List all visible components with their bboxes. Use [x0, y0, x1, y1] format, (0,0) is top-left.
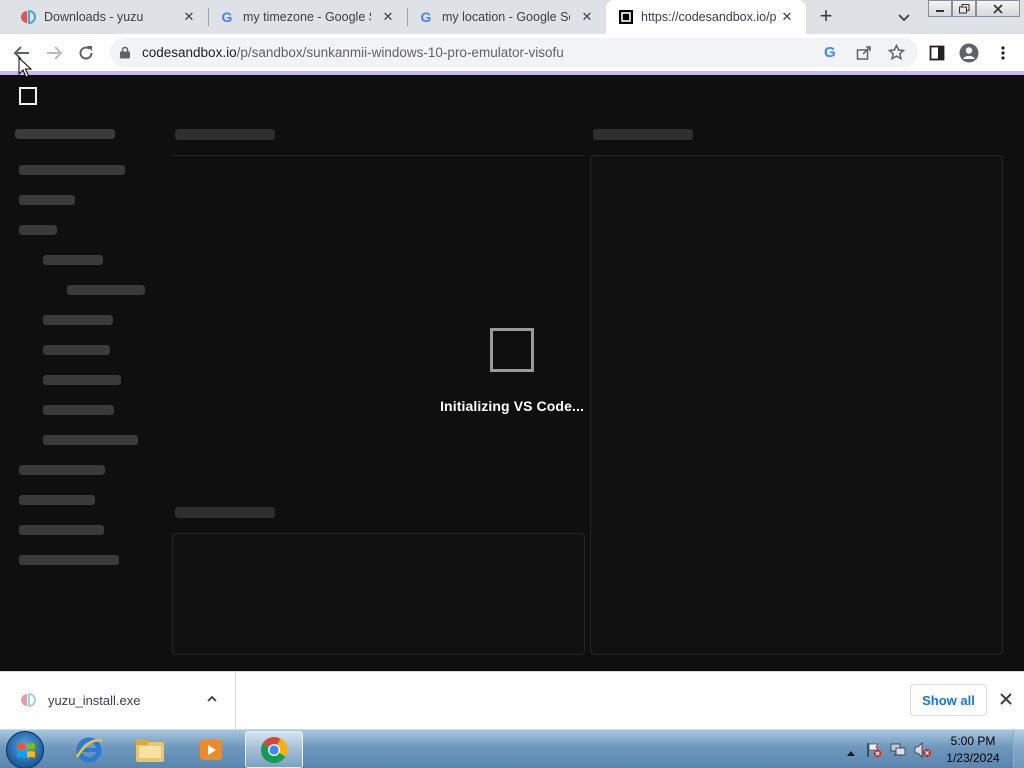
close-tab-icon[interactable]: ✕ [180, 8, 198, 26]
url-text: codesandbox.io/p/sandbox/sunkanmii-windo… [142, 45, 564, 60]
google-lens-icon[interactable]: G [824, 44, 836, 61]
tab-strip: Downloads - yuzu ✕ G my timezone - Googl… [0, 0, 1024, 34]
skeleton-line [19, 195, 75, 205]
skeleton-line [19, 555, 119, 565]
profile-button[interactable] [956, 40, 982, 66]
download-file-name: yuzu_install.exe [48, 693, 141, 708]
reload-button[interactable] [73, 40, 99, 66]
editor-divider [172, 155, 585, 156]
clock-date[interactable]: 1/23/2024 [928, 751, 1018, 765]
loading-spinner-icon [490, 328, 534, 372]
close-download-bar-icon[interactable] [998, 691, 1014, 707]
skeleton-line [43, 375, 121, 385]
mouse-cursor-icon [18, 56, 33, 79]
network-icon[interactable] [890, 742, 906, 763]
browser-toolbar: codesandbox.io/p/sandbox/sunkanmii-windo… [0, 34, 1024, 71]
skeleton-line [43, 405, 114, 415]
tab-my-timezone[interactable]: G my timezone - Google Se ✕ [199, 0, 407, 34]
codesandbox-icon [618, 9, 634, 25]
tab-title: my location - Google Sea [442, 10, 570, 24]
skeleton-line [19, 225, 57, 235]
lock-icon[interactable] [119, 46, 131, 59]
skeleton-line [15, 129, 115, 139]
close-tab-icon[interactable]: ✕ [578, 8, 596, 26]
tab-codesandbox[interactable]: https://codesandbox.io/p ✕ [606, 0, 806, 34]
tab-downloads-yuzu[interactable]: Downloads - yuzu ✕ [0, 0, 208, 34]
action-center-flag-icon[interactable] [866, 742, 882, 763]
kebab-menu-icon [1001, 46, 1005, 60]
codesandbox-loading-page: Initializing VS Code... [0, 75, 1024, 671]
new-tab-button[interactable]: + [814, 5, 838, 29]
tab-title: https://codesandbox.io/p [641, 10, 776, 24]
skeleton-line [43, 315, 113, 325]
start-button[interactable] [6, 731, 44, 768]
url-host: codesandbox.io [142, 45, 237, 60]
menu-button[interactable] [990, 40, 1016, 66]
show-hidden-icons-icon[interactable] [846, 744, 856, 762]
skeleton-line [43, 255, 103, 265]
skeleton-line [19, 465, 105, 475]
skeleton-line [19, 495, 95, 505]
forward-button[interactable] [41, 40, 67, 66]
skeleton-line [43, 435, 138, 445]
clock-time[interactable]: 5:00 PM [928, 734, 1018, 748]
close-window-button[interactable] [976, 0, 1020, 17]
tab-title: my timezone - Google Se [243, 10, 371, 24]
yuzu-icon [20, 692, 36, 708]
share-icon[interactable] [856, 45, 872, 66]
preview-panel [590, 155, 1003, 655]
loading-message: Initializing VS Code... [440, 398, 584, 414]
chevron-up-icon[interactable] [205, 692, 219, 706]
show-all-button[interactable]: Show all [910, 684, 987, 716]
bookmark-star-icon[interactable] [887, 43, 906, 66]
file-explorer-icon[interactable] [121, 731, 179, 768]
restore-button[interactable] [952, 0, 976, 17]
chrome-icon[interactable] [245, 731, 303, 768]
skeleton-line [19, 165, 125, 175]
editor-tab-skeleton [175, 129, 275, 140]
side-panel-button[interactable] [924, 40, 950, 66]
skeleton-line [67, 285, 145, 295]
google-icon: G [221, 9, 233, 25]
windows-taskbar: 5:00 PM 1/23/2024 [0, 729, 1024, 768]
media-player-icon[interactable] [182, 731, 240, 768]
download-bar: yuzu_install.exe Show all [0, 671, 1024, 729]
internet-explorer-icon[interactable] [60, 731, 118, 768]
terminal-tab-skeleton [175, 507, 275, 518]
close-tab-icon[interactable]: ✕ [379, 8, 397, 26]
download-item[interactable]: yuzu_install.exe [0, 672, 236, 729]
reload-icon [79, 46, 93, 60]
forward-arrow-icon [47, 46, 63, 60]
skeleton-line [43, 345, 110, 355]
tab-search-icon[interactable] [894, 7, 914, 27]
yuzu-icon [20, 9, 36, 25]
url-path: /p/sandbox/sunkanmii-windows-10-pro-emul… [236, 45, 564, 60]
google-icon: G [420, 9, 432, 25]
tab-my-location[interactable]: G my location - Google Sea ✕ [398, 0, 606, 34]
tab-title: Downloads - yuzu [44, 10, 144, 24]
close-tab-icon[interactable]: ✕ [778, 8, 796, 26]
profile-icon [959, 43, 979, 63]
minimize-button[interactable] [928, 0, 952, 17]
side-panel-icon [929, 45, 945, 61]
codesandbox-logo[interactable] [19, 87, 37, 105]
windows-logo-icon [17, 743, 35, 758]
skeleton-line [19, 525, 104, 535]
terminal-panel [172, 533, 585, 655]
preview-tab-skeleton [593, 129, 693, 140]
address-bar[interactable]: codesandbox.io/p/sandbox/sunkanmii-windo… [110, 38, 918, 67]
show-desktop-button[interactable] [1013, 730, 1024, 768]
